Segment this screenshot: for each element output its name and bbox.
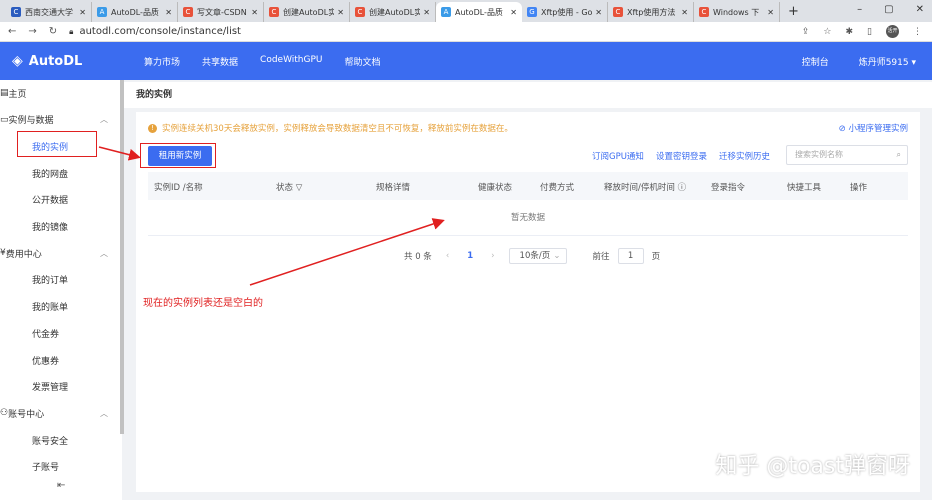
annotation-text: 现在的实例列表还是空白的 — [143, 298, 263, 309]
watermark: 知乎 @toast弹窗呀 — [715, 454, 910, 479]
annotation-arrow — [98, 146, 141, 161]
annotation-arrow — [249, 218, 445, 286]
annotation-arrows — [98, 146, 445, 286]
